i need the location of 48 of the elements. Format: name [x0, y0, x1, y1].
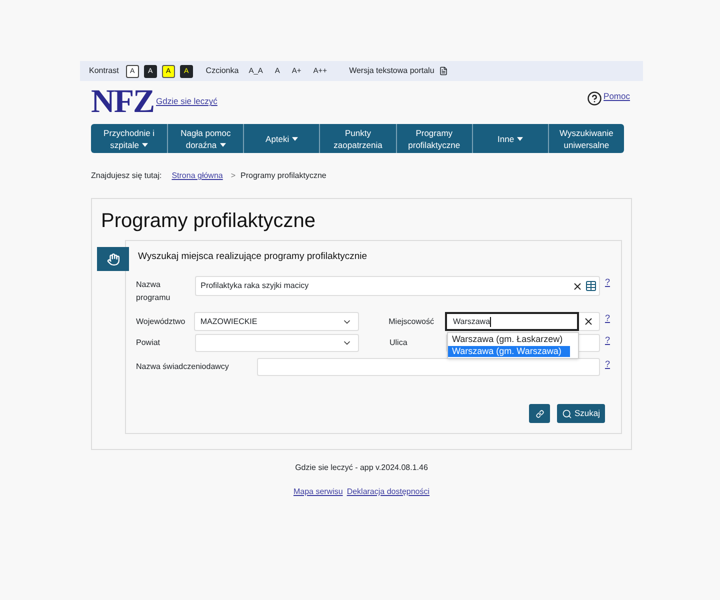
site-link[interactable]: Gdzie sie leczyć: [156, 95, 218, 108]
footer-link[interactable]: Mapa serwisu: [293, 486, 343, 498]
nav-item[interactable]: Apteki: [243, 124, 320, 153]
document-icon[interactable]: [439, 66, 448, 76]
breadcrumb-link[interactable]: Strona główna: [172, 170, 223, 182]
provider-input[interactable]: [257, 358, 600, 376]
link-button[interactable]: [529, 404, 550, 423]
field-label: Województwo: [136, 316, 186, 328]
breadcrumb-label: Znajdujesz się tutaj:: [91, 170, 162, 182]
nav-item[interactable]: Inne: [472, 124, 548, 153]
version-text: Gdzie sie leczyć - app v.2024.08.1.46: [294, 462, 429, 474]
table-icon[interactable]: [584, 280, 597, 292]
field-label: Powiat: [136, 337, 162, 349]
breadcrumb-separator: >: [230, 170, 236, 182]
close-icon: [583, 316, 594, 327]
nfz-logo[interactable]: NFZ: [91, 88, 154, 116]
help-link[interactable]: ?: [604, 358, 610, 370]
help-link[interactable]: ?: [604, 276, 610, 288]
help-link[interactable]: Pomoc: [604, 91, 630, 101]
help-icon[interactable]: [586, 91, 602, 106]
field-label: Miejscowość: [388, 316, 435, 328]
field-label: Nazwa programu: [136, 279, 172, 304]
field-label: Ulica: [389, 337, 408, 349]
nav-item[interactable]: Wyszukiwanie uniwersalne: [548, 124, 624, 153]
contrast-label: Kontrast: [89, 65, 119, 77]
footer-link[interactable]: Deklaracja dostępności: [346, 486, 430, 498]
nav-item[interactable]: Punkty zaopatrzenia: [319, 124, 396, 153]
suggestion-item[interactable]: Warszawa (gm. Warszawa): [448, 346, 570, 357]
clear-button[interactable]: [578, 312, 600, 331]
locality-input[interactable]: Warszawa: [444, 312, 579, 331]
field-label: Nazwa świadczeniodawcy: [136, 361, 230, 373]
nav-item[interactable]: Nagła pomoc doraźna: [167, 124, 244, 153]
font-size-label: Czcionka: [206, 65, 239, 77]
page-title: Programy profilaktyczne: [101, 209, 317, 233]
nav-item[interactable]: Programy profilaktyczne: [396, 124, 472, 153]
voivodeship-select[interactable]: MAZOWIECKIE: [194, 312, 359, 331]
clear-icon[interactable]: [572, 280, 583, 292]
search-icon: [562, 408, 572, 418]
search-heading: Wyszukaj miejsca realizujące programy profilaktycznie: [138, 251, 368, 263]
link-icon: [536, 410, 544, 418]
text-version-link[interactable]: Wersja tekstowa portalu: [349, 65, 434, 77]
breadcrumb-current: Programy profilaktyczne: [240, 170, 326, 182]
search-button[interactable]: Szukaj: [557, 404, 605, 423]
help-link[interactable]: ?: [604, 312, 610, 324]
nav-item[interactable]: Przychodnie i szpitale: [91, 124, 168, 153]
program-name-field[interactable]: Profilaktyka raka szyjki macicy: [194, 276, 600, 296]
suggestion-item[interactable]: Warszawa (gm. Łaskarzew): [448, 334, 572, 346]
help-link[interactable]: ?: [604, 334, 610, 346]
